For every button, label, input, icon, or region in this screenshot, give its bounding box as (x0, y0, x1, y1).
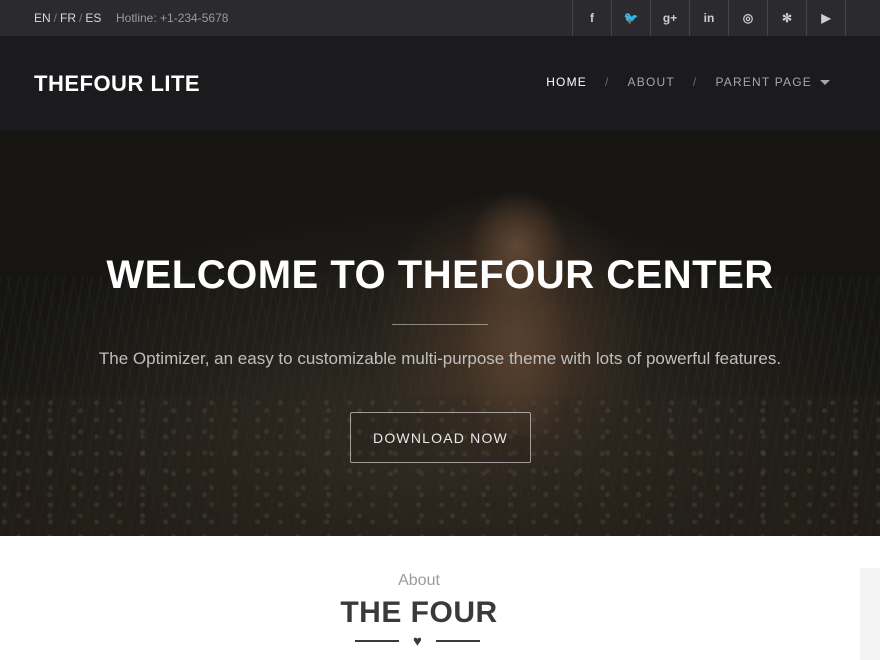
main-nav: HOME / ABOUT / PARENT PAGE (546, 75, 830, 89)
heart-icon: ♥ (413, 632, 422, 650)
ornament-line (355, 640, 399, 642)
top-bar: EN / FR / ES Hotline: +1-234-5678 f 🐦 g+ in … (0, 0, 880, 36)
language-switcher: EN / FR / ES (34, 11, 101, 25)
hotline-text: Hotline: +1-234-5678 (116, 11, 229, 25)
social-links: f 🐦 g+ in ◎ ✻ ▶ (572, 0, 846, 36)
hero-title: WELCOME TO THEFOUR CENTER (106, 253, 774, 297)
lang-en[interactable]: EN (34, 11, 51, 25)
ornament-line (436, 640, 480, 642)
hero-subtitle: The Optimizer, an easy to customizable m… (98, 349, 782, 368)
google-plus-icon[interactable]: g+ (651, 0, 690, 36)
side-panel (860, 568, 880, 660)
site-logo[interactable]: THEFOUR LITE (34, 71, 200, 97)
nav-divider: / (605, 75, 610, 89)
nav-home[interactable]: HOME (546, 75, 587, 89)
facebook-icon[interactable]: f (573, 0, 612, 36)
nav-parent-page[interactable]: PARENT PAGE (715, 75, 830, 89)
about-kicker: About (398, 572, 440, 589)
twitter-icon[interactable]: 🐦 (612, 0, 651, 36)
nav-parent-page-label: PARENT PAGE (715, 75, 812, 89)
about-title: THE FOUR (340, 596, 498, 629)
download-now-button[interactable]: DOWNLOAD NOW (350, 412, 531, 463)
chevron-down-icon (820, 80, 830, 86)
nav-about[interactable]: ABOUT (628, 75, 675, 89)
linkedin-icon[interactable]: in (690, 0, 729, 36)
instagram-icon[interactable]: ◎ (729, 0, 768, 36)
lang-separator: / (79, 11, 83, 25)
nav-divider: / (692, 75, 698, 89)
lang-es[interactable]: ES (85, 11, 101, 25)
yelp-icon[interactable]: ✻ (768, 0, 807, 36)
site-header: THEFOUR LITE HOME / ABOUT / PARENT PAGE (0, 36, 880, 131)
lang-fr[interactable]: FR (60, 11, 76, 25)
lang-separator: / (53, 11, 58, 25)
hero-divider (392, 324, 488, 325)
youtube-icon[interactable]: ▶ (807, 0, 846, 36)
section-ornament: ♥ (355, 632, 480, 650)
